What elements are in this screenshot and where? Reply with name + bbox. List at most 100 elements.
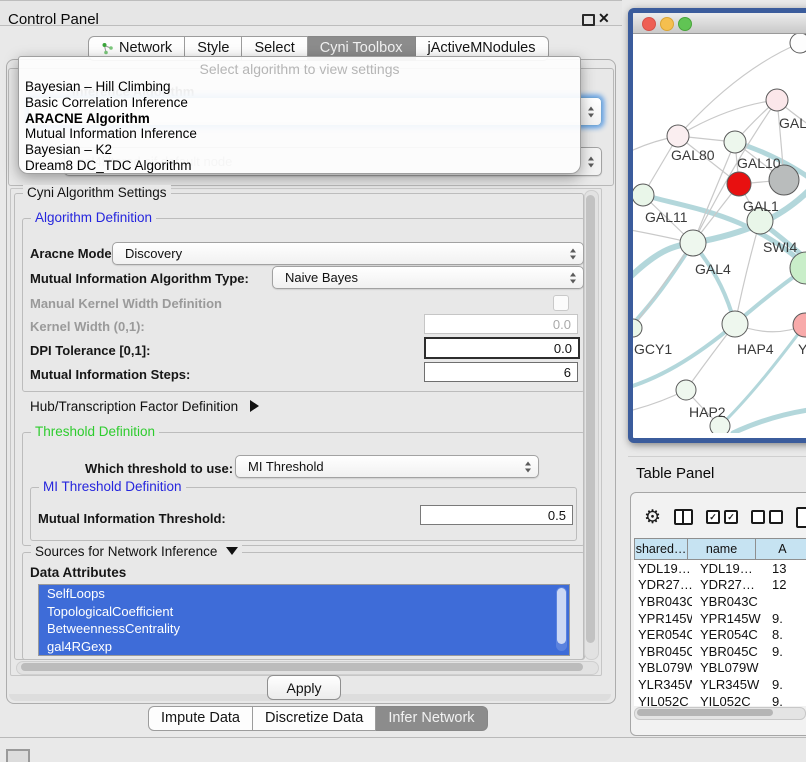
dropdown-item-aracne[interactable]: ARACNE Algorithm bbox=[25, 111, 574, 127]
select-all-checkboxes[interactable]: ✓ ✓ bbox=[706, 510, 738, 524]
mi-threshold-label: Mutual Information Threshold: bbox=[38, 511, 226, 526]
node-gal80[interactable] bbox=[667, 125, 689, 147]
mi-type-label: Mutual Information Algorithm Type: bbox=[30, 271, 249, 286]
tab-network-label: Network bbox=[119, 40, 172, 56]
sources-title[interactable]: Sources for Network Inference bbox=[31, 544, 242, 559]
node-gal11[interactable] bbox=[633, 184, 654, 206]
column-header[interactable]: name bbox=[687, 538, 755, 560]
gear-icon[interactable]: ⚙ bbox=[644, 508, 661, 527]
unchecked-checkbox-icon[interactable] bbox=[751, 510, 765, 524]
node-label: HAP2 bbox=[689, 404, 726, 420]
node-salmon[interactable] bbox=[793, 313, 806, 337]
list-scrollbar[interactable] bbox=[556, 587, 567, 651]
tab-discretize-data[interactable]: Discretize Data bbox=[253, 706, 376, 731]
minimize-traffic-light-icon[interactable] bbox=[660, 17, 674, 31]
table-row[interactable]: YBL079WYBL079W bbox=[634, 660, 806, 677]
checked-checkbox-icon[interactable]: ✓ bbox=[724, 510, 738, 524]
table-row[interactable]: YLR345WYLR345W9. bbox=[634, 676, 806, 693]
node-label: GAL80 bbox=[671, 147, 715, 163]
dropdown-item[interactable]: Mutual Information Inference bbox=[25, 126, 574, 142]
apply-button[interactable]: Apply bbox=[267, 675, 341, 700]
table-row[interactable]: YDR27…YDR27…12 bbox=[634, 577, 806, 594]
network-window[interactable]: GAL GAL80 GAL10 GAL1 SWI4 GAL11 GAL4 GCY… bbox=[628, 8, 806, 443]
column-header[interactable]: A bbox=[755, 538, 806, 560]
node-label: GCY1 bbox=[634, 341, 672, 357]
screen: Control Panel ✕ Network Style Select Cyn… bbox=[0, 0, 806, 762]
node-hap2[interactable] bbox=[676, 380, 696, 400]
tab-impute-data[interactable]: Impute Data bbox=[148, 706, 253, 731]
table-row[interactable]: YER054CYER054C8. bbox=[634, 626, 806, 643]
close-icon[interactable]: ✕ bbox=[598, 10, 610, 27]
list-item[interactable]: BetweennessCentrality bbox=[39, 620, 569, 638]
network-canvas[interactable]: GAL GAL80 GAL10 GAL1 SWI4 GAL11 GAL4 GCY… bbox=[633, 34, 806, 433]
mi-type-combobox[interactable]: Naive Bayes bbox=[272, 266, 584, 289]
dpi-tolerance-label: DPI Tolerance [0,1]: bbox=[30, 343, 150, 358]
float-window-icon[interactable] bbox=[582, 14, 595, 26]
node-label: GAL10 bbox=[737, 155, 781, 171]
aracne-mode-label: Aracne Mode: bbox=[30, 246, 116, 261]
aracne-mode-combobox[interactable]: Discovery bbox=[112, 242, 584, 265]
scrollbar-thumb[interactable] bbox=[586, 195, 595, 643]
which-threshold-combobox[interactable]: MI Threshold bbox=[235, 455, 539, 478]
settings-horizontal-scrollbar[interactable] bbox=[16, 661, 599, 675]
node-gal4[interactable] bbox=[680, 230, 706, 256]
table-row[interactable]: YPR145WYPR145W9. bbox=[634, 610, 806, 627]
dropdown-item[interactable]: Dream8 DC_TDC Algorithm bbox=[25, 158, 574, 174]
table-panel-title: Table Panel bbox=[636, 465, 714, 482]
cyni-settings-title: Cyni Algorithm Settings bbox=[23, 185, 171, 200]
list-item[interactable]: SelfLoops bbox=[39, 585, 569, 603]
list-item[interactable]: gal4RGexp bbox=[39, 638, 569, 656]
data-attributes-label: Data Attributes bbox=[30, 565, 126, 580]
dropdown-item[interactable]: Bayesian – Hill Climbing bbox=[25, 79, 574, 95]
table-row[interactable]: YIL052CYIL052C9. bbox=[634, 693, 806, 706]
control-panel-title: Control Panel bbox=[8, 11, 99, 28]
hub-definition-toggle[interactable]: Hub/Transcription Factor Definition bbox=[30, 399, 259, 414]
close-traffic-light-icon[interactable] bbox=[642, 17, 656, 31]
scrollbar-thumb[interactable] bbox=[637, 709, 773, 716]
node-label: GAL bbox=[779, 115, 806, 131]
checked-checkbox-icon[interactable]: ✓ bbox=[706, 510, 720, 524]
mi-steps-label: Mutual Information Steps: bbox=[30, 367, 190, 382]
dpi-tolerance-field[interactable]: 0.0 bbox=[424, 337, 580, 359]
dropdown-item[interactable]: Basic Correlation Inference bbox=[25, 95, 574, 111]
columns-icon[interactable] bbox=[674, 509, 693, 525]
zoom-traffic-light-icon[interactable] bbox=[678, 17, 692, 31]
manual-kernel-label: Manual Kernel Width Definition bbox=[30, 296, 222, 311]
dock-panel-icon[interactable] bbox=[6, 749, 30, 762]
deselect-all-checkboxes[interactable] bbox=[751, 510, 783, 524]
table-horizontal-scrollbar[interactable] bbox=[634, 707, 806, 720]
mi-threshold-field[interactable]: 0.5 bbox=[420, 505, 573, 525]
settings-vertical-scrollbar[interactable] bbox=[584, 190, 599, 660]
network-window-titlebar[interactable] bbox=[633, 13, 806, 34]
node-partial-top[interactable] bbox=[790, 34, 806, 53]
mi-steps-field[interactable]: 6 bbox=[424, 362, 578, 382]
table-panel-toolbar: ⚙ ✓ ✓ bbox=[644, 504, 806, 530]
node-label: SWI4 bbox=[763, 239, 797, 255]
threshold-definition-title: Threshold Definition bbox=[31, 424, 159, 439]
node-gcy1[interactable] bbox=[633, 319, 642, 337]
node-gal10[interactable] bbox=[724, 131, 746, 153]
network-graph[interactable]: GAL GAL80 GAL10 GAL1 SWI4 GAL11 GAL4 GCY… bbox=[633, 34, 806, 433]
collapse-arrow-down-icon bbox=[226, 547, 238, 555]
node-table: shared… name A YDL19…YDL19…13 YDR27…YDR2… bbox=[634, 538, 806, 706]
node-label: HAP4 bbox=[737, 341, 774, 357]
new-table-icon[interactable] bbox=[796, 507, 806, 528]
kernel-width-field[interactable]: 0.0 bbox=[424, 314, 578, 334]
unchecked-checkbox-icon[interactable] bbox=[769, 510, 783, 524]
tab-infer-network[interactable]: Infer Network bbox=[376, 706, 487, 731]
collapse-arrow-right-icon bbox=[250, 400, 259, 412]
manual-kernel-checkbox[interactable] bbox=[553, 295, 569, 311]
list-item[interactable]: TopologicalCoefficient bbox=[39, 603, 569, 621]
node-gal-partial[interactable] bbox=[766, 89, 788, 111]
combo-arrows-icon bbox=[588, 156, 594, 167]
column-header[interactable]: shared… bbox=[634, 538, 687, 560]
node-gal1[interactable] bbox=[727, 172, 751, 196]
dropdown-item[interactable]: Bayesian – K2 bbox=[25, 142, 574, 158]
cyni-bottom-tabs: Impute Data Discretize Data Infer Networ… bbox=[148, 706, 488, 731]
node-hap4[interactable] bbox=[722, 311, 748, 337]
dropdown-prompt: Select algorithm to view settings bbox=[19, 61, 580, 77]
scrollbar-thumb[interactable] bbox=[21, 663, 583, 671]
table-row[interactable]: YBR043CYBR043C bbox=[634, 593, 806, 610]
table-row[interactable]: YBR045CYBR045C9. bbox=[634, 643, 806, 660]
table-row[interactable]: YDL19…YDL19…13 bbox=[634, 560, 806, 577]
